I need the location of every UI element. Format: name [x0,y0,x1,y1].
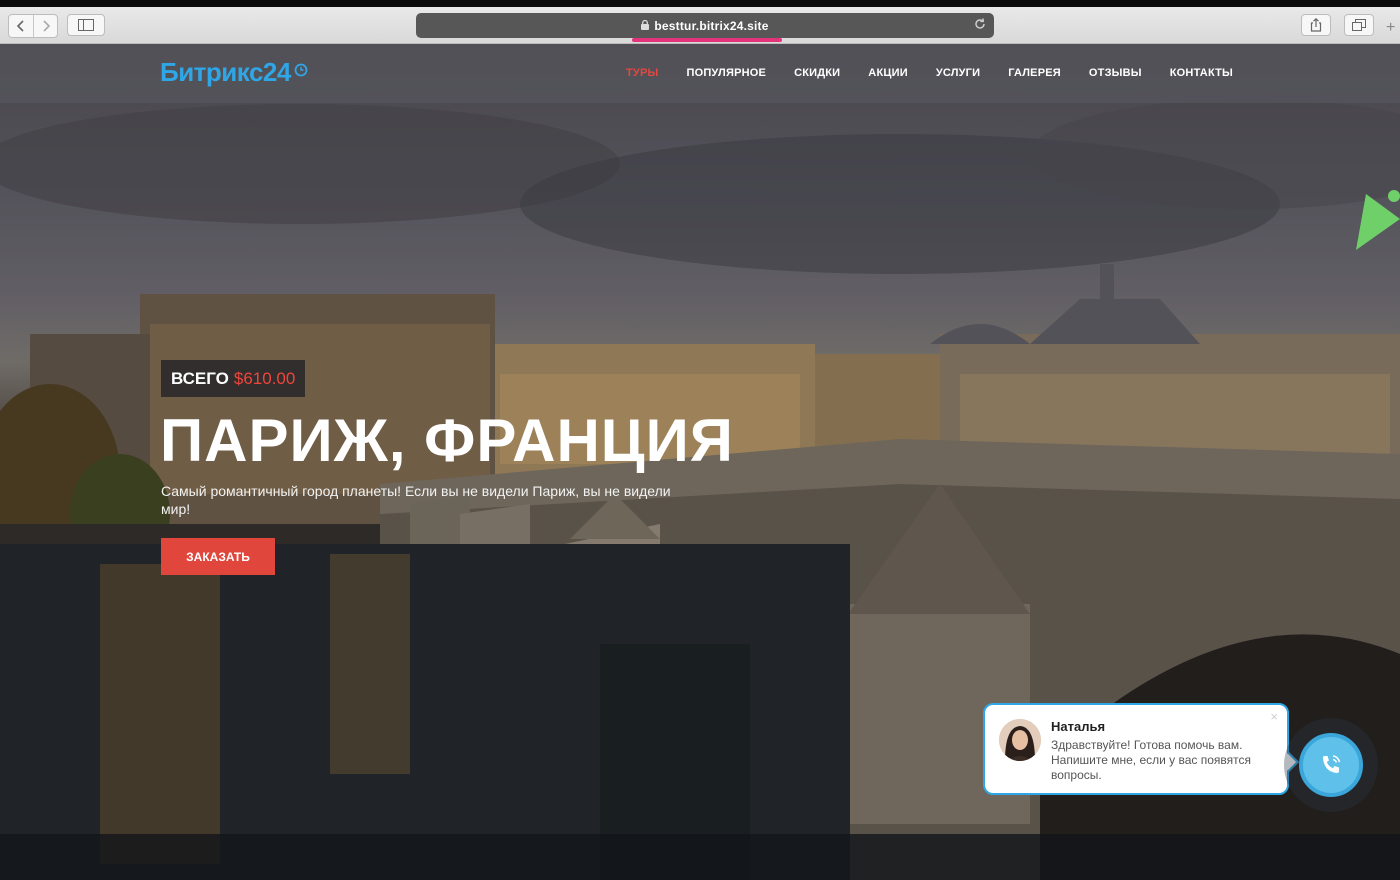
menu-item-contacts[interactable]: КОНТАКТЫ [1170,67,1233,79]
close-icon[interactable]: × [1270,709,1278,724]
menu-item-gallery[interactable]: ГАЛЕРЕЯ [1008,67,1061,79]
reload-icon [975,18,985,29]
price-label: ВСЕГО [171,368,229,388]
chevron-left-icon [16,20,24,32]
tabs-button[interactable] [1344,14,1374,36]
chevron-right-icon [42,20,50,32]
share-button[interactable] [1301,14,1331,36]
reload-button[interactable] [973,17,987,36]
decorative-triangle-icon [1356,190,1400,250]
main-menu: ТУРЫ ПОПУЛЯРНОЕ СКИДКИ АКЦИИ УСЛУГИ ГАЛЕ… [612,67,1247,79]
share-icon [1310,18,1322,32]
hero-title: ПАРИЖ, ФРАНЦИЯ [160,407,734,474]
menu-item-discounts[interactable]: СКИДКИ [794,67,840,79]
forward-button[interactable] [33,15,57,37]
hero-subtitle: Самый романтичный город планеты! Если вы… [161,483,671,517]
chat-popup[interactable]: Наталья Здравствуйте! Готова помочь вам.… [983,703,1299,795]
clock-icon [294,63,308,76]
sidebar-icon [78,19,94,31]
url-text: besttur.bitrix24.site [654,18,769,33]
menu-item-services[interactable]: УСЛУГИ [936,67,980,79]
sidebar-toggle-button[interactable] [67,14,105,36]
site-header: Битрикс24 ТУРЫ ПОПУЛЯРНОЕ СКИДКИ АКЦИИ У… [0,44,1400,103]
operator-name: Наталья [1051,719,1106,734]
logo[interactable]: Битрикс24 [160,57,308,88]
chat-message: Здравствуйте! Готова помочь вам. Напишит… [1051,738,1252,782]
order-button[interactable]: ЗАКАЗАТЬ [161,538,275,575]
price-value: $610.00 [233,368,296,388]
logo-text: Битрикс24 [160,57,291,87]
menu-item-tours[interactable]: ТУРЫ [626,67,658,79]
new-tab-button[interactable]: + [1386,19,1400,37]
menu-item-reviews[interactable]: ОТЗЫВЫ [1089,67,1142,79]
price-badge: ВСЕГО $610.00 [161,360,306,397]
history-buttons [8,14,58,38]
url-highlight [632,38,782,42]
lock-icon [641,17,650,35]
menu-item-popular[interactable]: ПОПУЛЯРНОЕ [686,67,766,79]
avatar [999,719,1041,761]
browser-toolbar: besttur.bitrix24.site + [0,7,1400,44]
top-strip [0,0,1400,7]
phone-icon [1323,755,1341,773]
call-button[interactable] [1299,733,1363,797]
address-bar[interactable]: besttur.bitrix24.site [416,13,994,38]
menu-item-promotions[interactable]: АКЦИИ [868,67,908,79]
back-button[interactable] [9,15,33,37]
tabs-icon [1352,19,1366,31]
